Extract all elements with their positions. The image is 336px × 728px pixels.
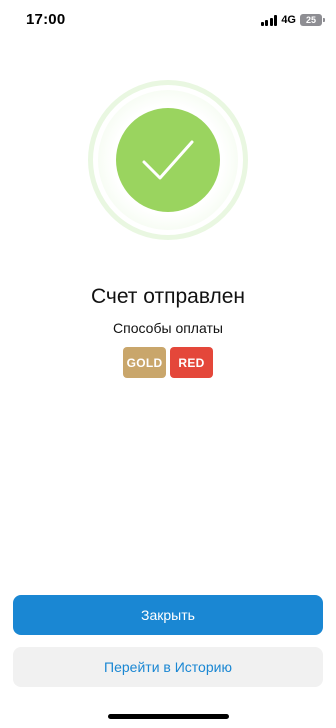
status-indicators: 4G 25 xyxy=(260,12,325,28)
payment-methods: GOLD RED xyxy=(0,347,336,378)
battery-level: 25 xyxy=(305,15,316,25)
page-title: Счет отправлен xyxy=(90,285,246,308)
home-indicator[interactable] xyxy=(108,714,229,719)
checkmark-icon xyxy=(142,140,194,180)
success-indicator xyxy=(88,80,248,240)
battery-icon: 25 xyxy=(300,14,325,26)
status-bar: 17:00 4G 25 xyxy=(0,0,336,40)
success-circle xyxy=(116,108,220,212)
invoice-sent-screen: 17:00 4G 25 Счет отправлен Способы оплат… xyxy=(0,0,336,728)
payment-badge-gold: GOLD xyxy=(123,347,166,378)
payment-badge-red: RED xyxy=(170,347,213,378)
close-button[interactable]: Закрыть xyxy=(13,595,323,635)
status-time: 17:00 xyxy=(26,11,66,28)
payment-methods-label: Способы оплаты xyxy=(113,320,223,336)
network-type: 4G xyxy=(281,14,296,26)
cellular-signal-icon xyxy=(260,14,278,26)
go-to-history-button[interactable]: Перейти в Историю xyxy=(13,647,323,687)
